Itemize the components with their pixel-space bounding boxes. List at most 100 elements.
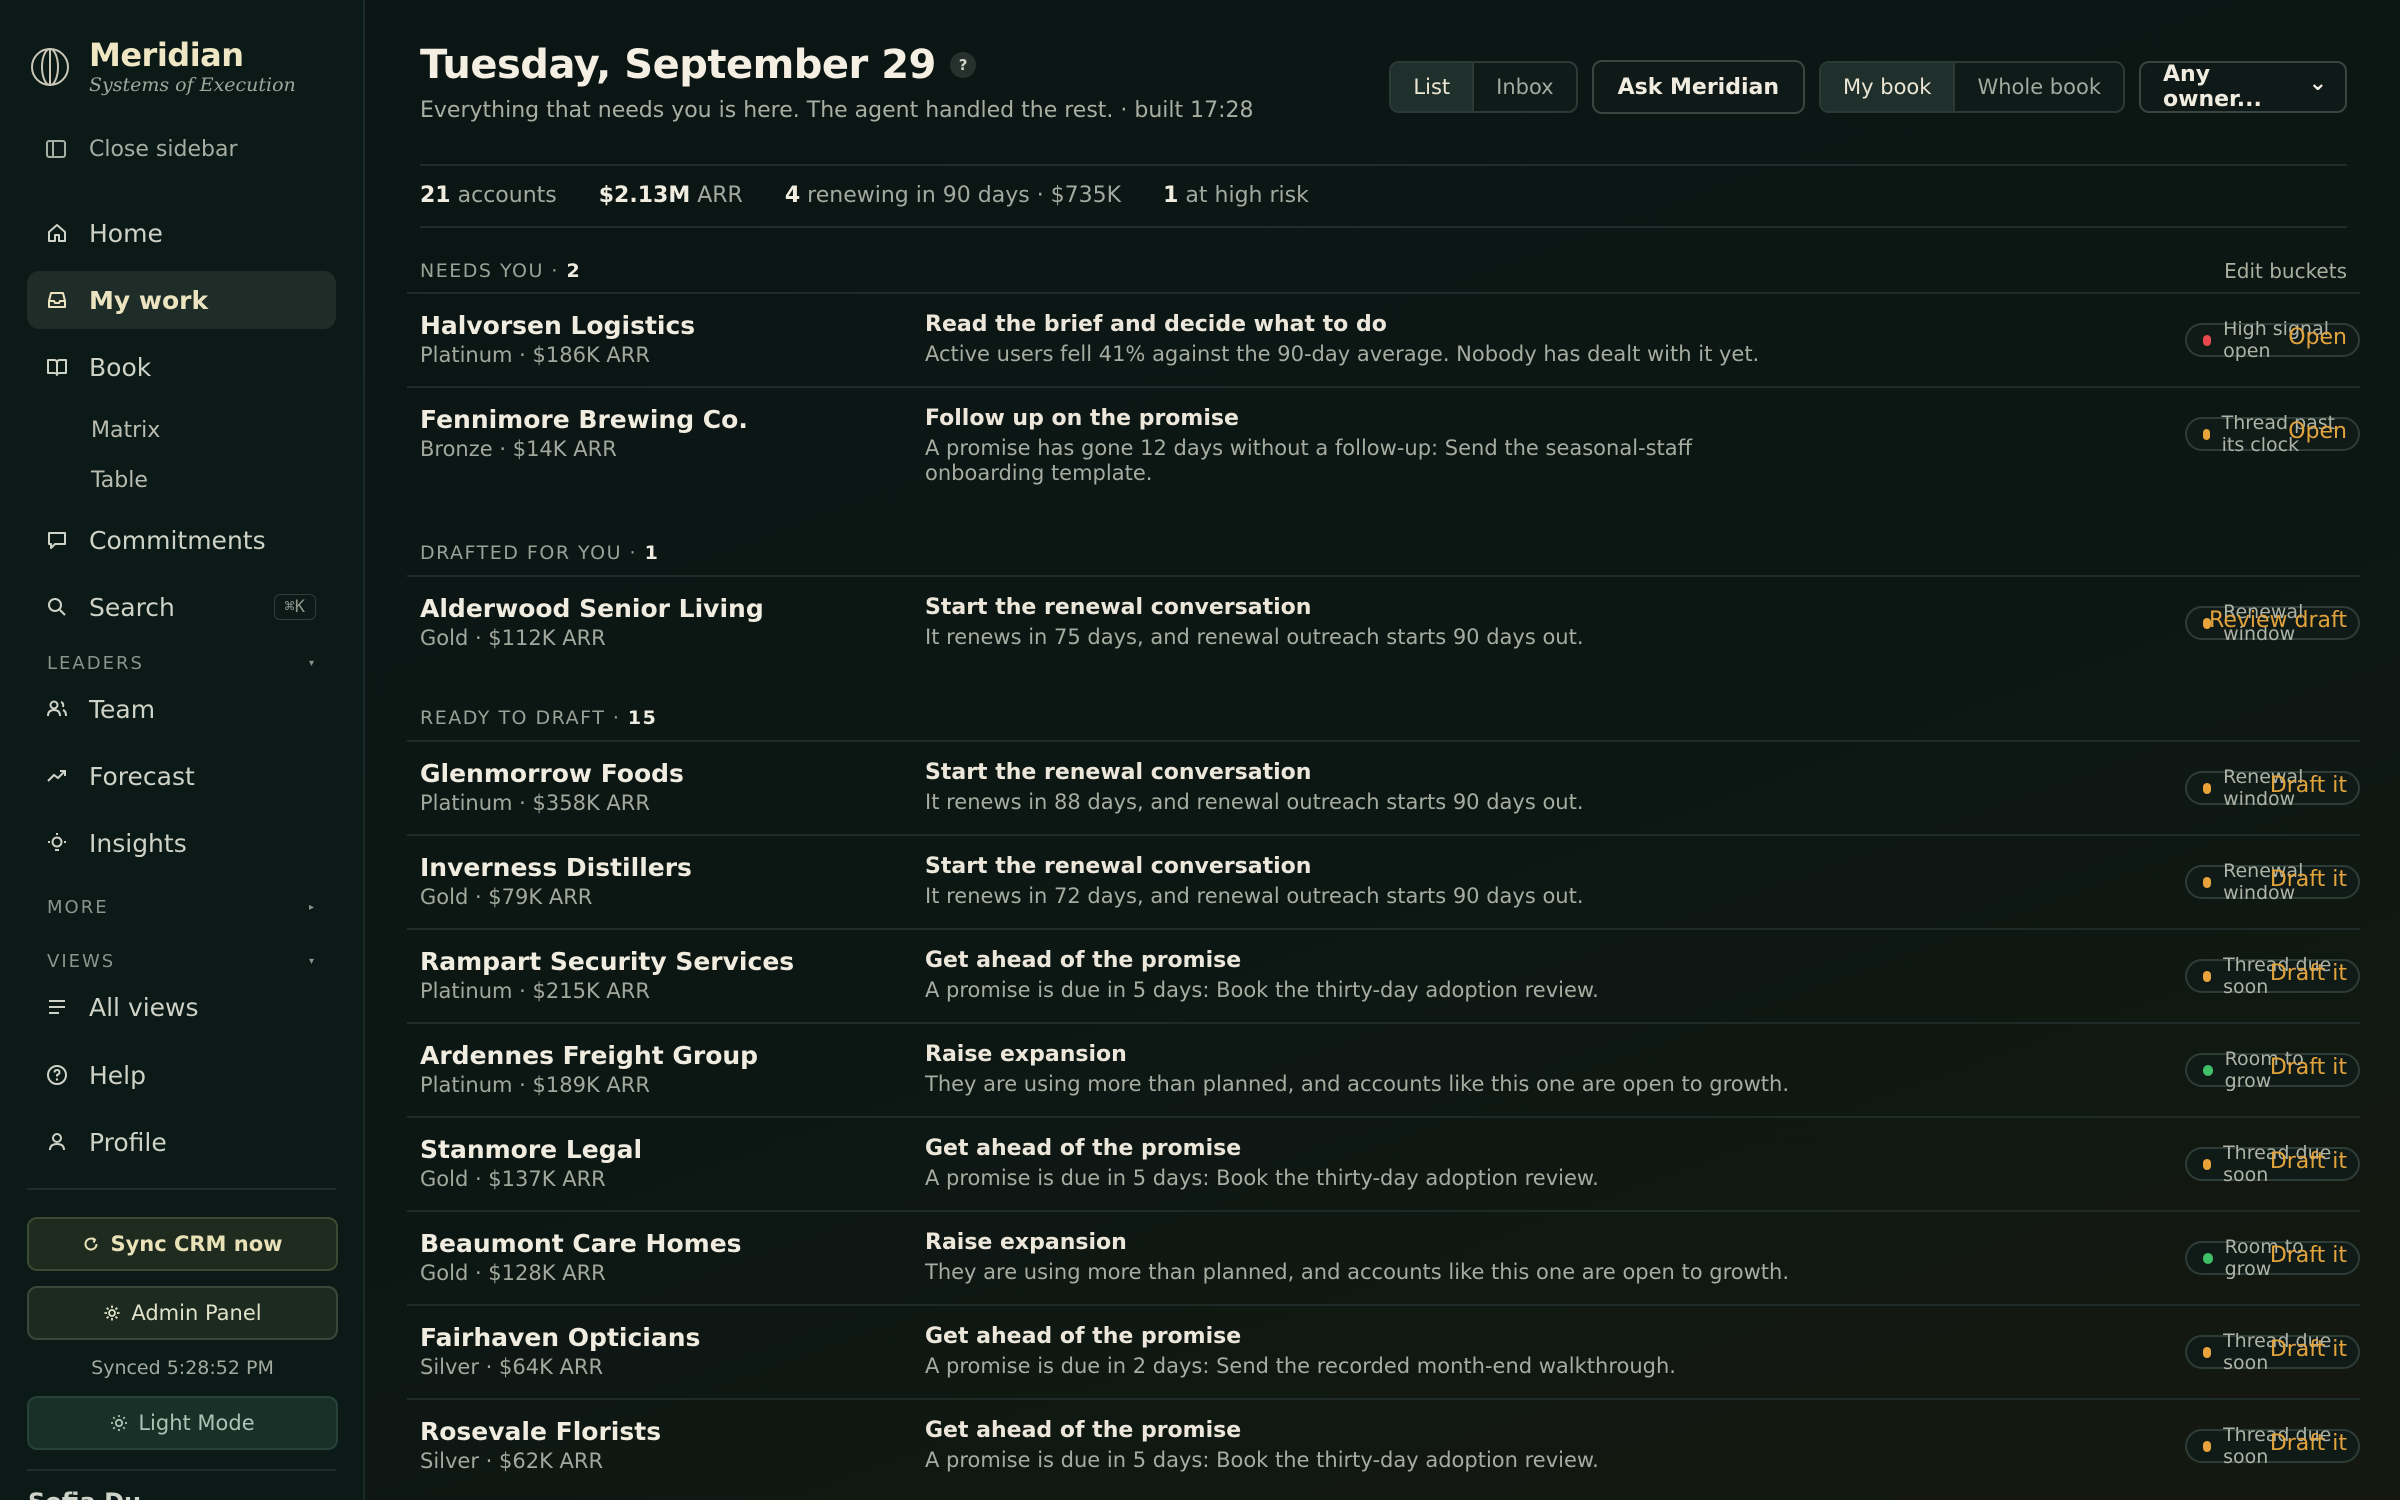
nav-item-label: Commitments — [89, 525, 266, 555]
trend-icon — [47, 770, 66, 782]
help-icon[interactable]: ? — [949, 52, 976, 78]
account-cell: Ardennes Freight Group Platinum · $189K A… — [420, 1041, 900, 1099]
status-dot-icon — [2203, 334, 2212, 346]
table-row[interactable]: Ardennes Freight Group Platinum · $189K A… — [407, 1022, 2360, 1115]
sync-crm-button[interactable]: Sync CRM now — [27, 1217, 338, 1271]
account-meta: Gold · $128K ARR — [420, 1261, 606, 1285]
section-leaders[interactable]: LEADERS ▾ — [27, 646, 336, 680]
close-sidebar-button[interactable]: Close sidebar — [27, 134, 336, 164]
row-action-button[interactable]: Open — [2288, 419, 2347, 444]
admin-panel-button[interactable]: Admin Panel — [27, 1286, 338, 1340]
nav-item-team[interactable]: Team — [27, 680, 336, 738]
account-name[interactable]: Ardennes Freight Group — [420, 1041, 900, 1071]
home-icon — [48, 224, 66, 242]
account-name[interactable]: Alderwood Senior Living — [420, 594, 900, 624]
inbox-icon — [48, 292, 66, 308]
nav-item-label: Insights — [89, 828, 187, 858]
task-cell: Start the renewal conversation It renews … — [925, 759, 1795, 815]
table-row[interactable]: Halvorsen Logistics Platinum · $186K ARR R… — [407, 292, 2360, 385]
nav-item-label: Forecast — [89, 761, 195, 791]
account-name[interactable]: Rampart Security Services — [420, 947, 900, 977]
nav-item-all-views[interactable]: All views — [27, 978, 336, 1036]
row-action-button[interactable]: Draft it — [2270, 1243, 2347, 1268]
edit-buckets-link[interactable]: Edit buckets — [2224, 259, 2347, 283]
nav-item-search[interactable]: Search ⌘K — [27, 578, 336, 636]
account-name[interactable]: Glenmorrow Foods — [420, 759, 900, 789]
table-row[interactable]: Rosevale Florists Silver · $62K ARR Get ah… — [407, 1398, 2360, 1491]
task-title: Start the renewal conversation — [925, 760, 1312, 785]
light-mode-button[interactable]: Light Mode — [27, 1396, 338, 1450]
section-more[interactable]: MORE ▸ — [27, 890, 336, 924]
scope-my-book-button[interactable]: My book — [1821, 63, 1954, 111]
stat-label: at high risk — [1185, 183, 1309, 208]
account-cell: Alderwood Senior Living Gold · $112K ARR — [420, 594, 900, 652]
view-list-button[interactable]: List — [1391, 63, 1473, 111]
stat-accounts: 21 accounts — [420, 183, 557, 208]
account-name[interactable]: Rosevale Florists — [420, 1417, 900, 1447]
table-row[interactable]: Inverness Distillers Gold · $79K ARR Start… — [407, 834, 2360, 927]
table-row[interactable]: Rampart Security Services Platinum · $215… — [407, 928, 2360, 1021]
stat-renewing: 4 renewing in 90 days · $735K — [785, 183, 1121, 208]
table-row[interactable]: Beaumont Care Homes Gold · $128K ARR Raise… — [407, 1210, 2360, 1303]
task-description: They are using more than planned, and ac… — [925, 1260, 1790, 1284]
owner-select[interactable]: Any owner... ⌄ — [2139, 61, 2347, 113]
task-cell: Raise expansion They are using more than … — [925, 1229, 1795, 1285]
account-cell: Rampart Security Services Platinum · $215… — [420, 947, 900, 1005]
nav-item-label: Help — [89, 1060, 146, 1090]
row-action-button[interactable]: Open — [2288, 325, 2347, 350]
task-title: Get ahead of the promise — [925, 948, 1242, 973]
row-action-button[interactable]: Draft it — [2270, 1149, 2347, 1174]
sync-status: Synced 5:28:52 PM — [91, 1357, 274, 1379]
account-name[interactable]: Fairhaven Opticians — [420, 1323, 900, 1353]
task-cell: Raise expansion They are using more than … — [925, 1041, 1795, 1097]
help-circle-icon — [47, 1065, 67, 1085]
account-name[interactable]: Stanmore Legal — [420, 1135, 900, 1165]
account-cell: Rosevale Florists Silver · $62K ARR — [420, 1417, 900, 1475]
nav-item-insights[interactable]: Insights — [27, 814, 336, 872]
table-row[interactable]: Fairhaven Opticians Silver · $64K ARR Get … — [407, 1304, 2360, 1397]
stats-divider — [420, 226, 2347, 228]
nav-item-commitments[interactable]: Commitments — [27, 511, 336, 569]
nav-item-forecast[interactable]: Forecast — [27, 747, 336, 805]
nav-item-profile[interactable]: Profile — [27, 1113, 336, 1171]
nav-item-my-work[interactable]: My work — [27, 271, 336, 329]
account-meta: Platinum · $358K ARR — [420, 791, 650, 815]
row-action-button[interactable]: Draft it — [2270, 773, 2347, 798]
view-inbox-button[interactable]: Inbox — [1472, 63, 1575, 111]
page-title: Tuesday, September 29 ? — [420, 42, 1254, 88]
row-action-button[interactable]: Draft it — [2270, 1431, 2347, 1456]
bucket-label: DRAFTED FOR YOU · 1 — [420, 542, 659, 564]
table-row[interactable]: Stanmore Legal Gold · $137K ARR Get ahead … — [407, 1116, 2360, 1209]
account-name[interactable]: Halvorsen Logistics — [420, 311, 900, 341]
nav-sub-table[interactable]: Table — [27, 455, 336, 505]
sidebar-divider — [27, 1469, 336, 1471]
table-row[interactable]: Fennimore Brewing Co. Bronze · $14K ARR Fo… — [407, 386, 2360, 494]
nav-item-book[interactable]: Book — [27, 338, 336, 396]
nav-item-home[interactable]: Home — [27, 204, 336, 262]
account-name[interactable]: Inverness Distillers — [420, 853, 900, 883]
user-name[interactable]: Sofia Du — [28, 1488, 141, 1500]
bucket-needs-you: NEEDS YOU · 2 Edit buckets — [420, 256, 2347, 286]
table-row[interactable]: Glenmorrow Foods Platinum · $358K ARR Star… — [407, 740, 2360, 833]
brand-tagline: Systems of Execution — [89, 74, 296, 96]
row-action-button[interactable]: Draft it — [2270, 867, 2347, 892]
view-toggle: List Inbox — [1389, 61, 1578, 113]
account-name[interactable]: Fennimore Brewing Co. — [420, 405, 900, 435]
chevron-right-icon: ▸ — [308, 901, 316, 913]
brand[interactable]: Meridian Systems of Execution — [27, 0, 336, 134]
row-action-button[interactable]: Draft it — [2270, 1055, 2347, 1080]
row-action-button[interactable]: Draft it — [2270, 961, 2347, 986]
account-name[interactable]: Beaumont Care Homes — [420, 1229, 900, 1259]
account-cell: Halvorsen Logistics Platinum · $186K ARR — [420, 311, 900, 369]
section-views[interactable]: VIEWS ▾ — [27, 944, 336, 978]
row-action-button[interactable]: Review draft — [2209, 608, 2347, 633]
row-action-button[interactable]: Draft it — [2270, 1337, 2347, 1362]
nav-sub-matrix[interactable]: Matrix — [27, 405, 336, 455]
bucket-ready: READY TO DRAFT · 15 — [420, 703, 2347, 733]
nav-item-help[interactable]: Help — [27, 1046, 336, 1104]
list-icon — [49, 1000, 65, 1014]
scope-whole-book-button[interactable]: Whole book — [1953, 63, 2123, 111]
task-title: Start the renewal conversation — [925, 854, 1312, 879]
table-row[interactable]: Alderwood Senior Living Gold · $112K ARR S… — [407, 575, 2360, 668]
ask-meridian-button[interactable]: Ask Meridian — [1591, 60, 1806, 114]
